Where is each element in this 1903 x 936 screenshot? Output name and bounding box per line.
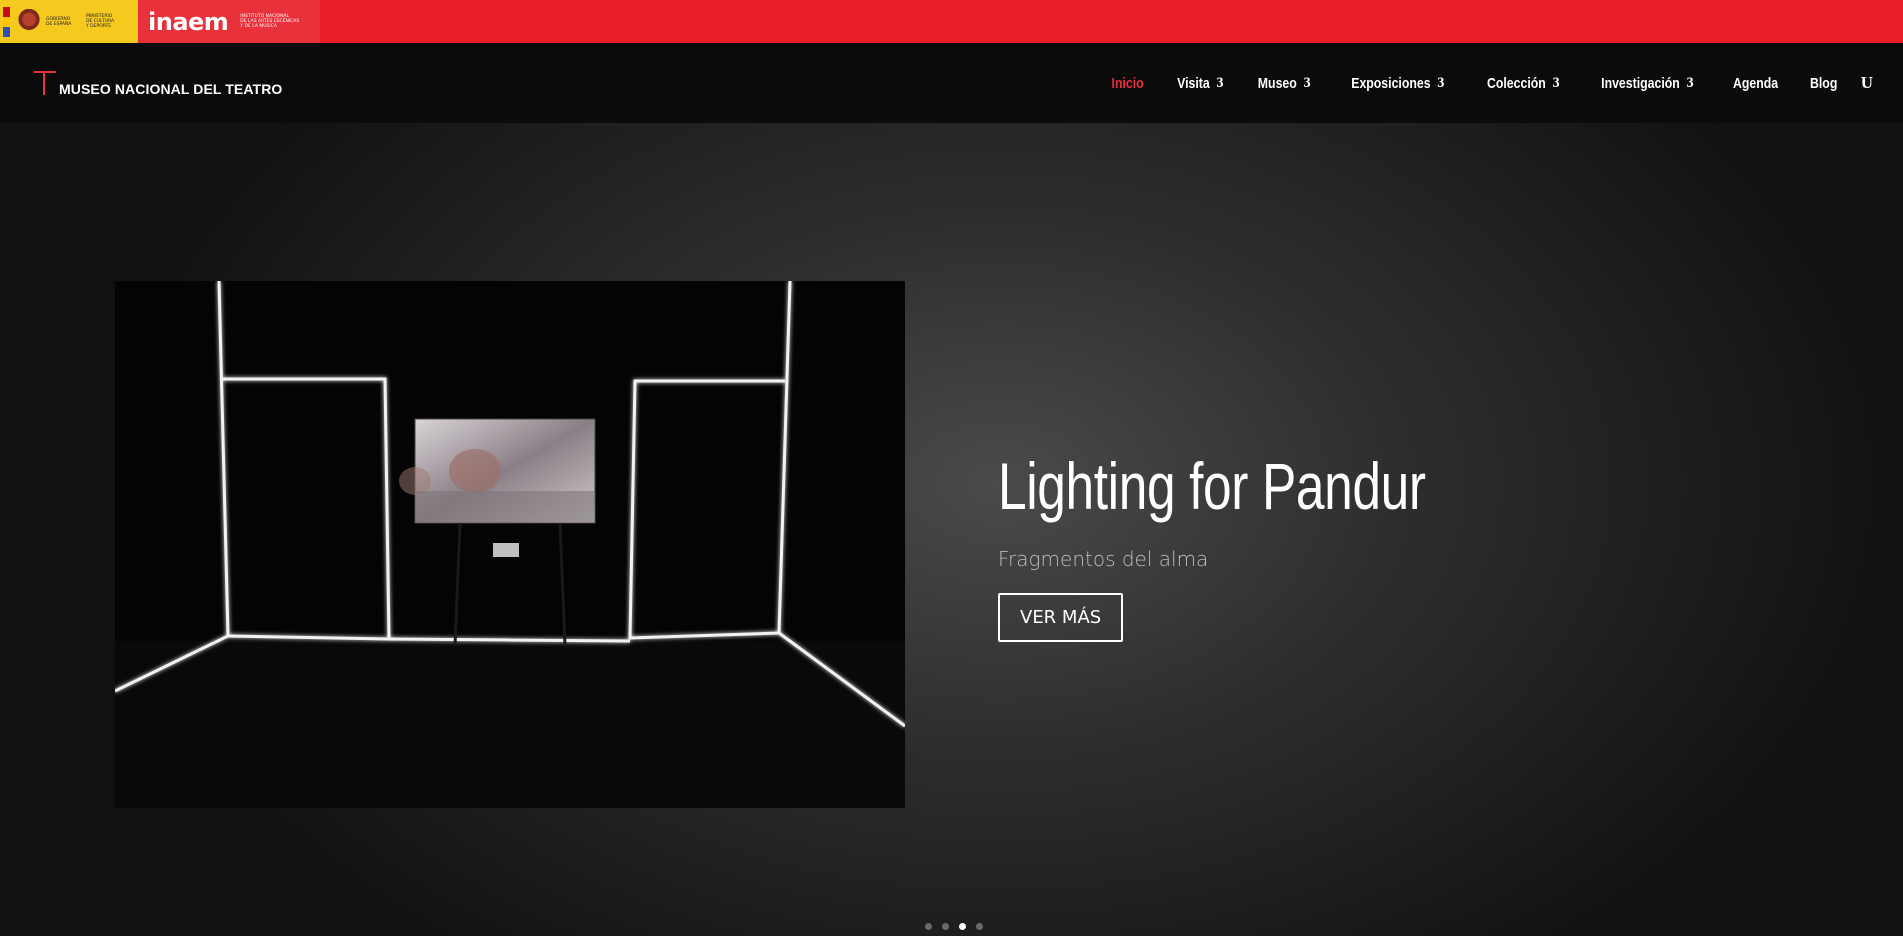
nav-label: Exposiciones	[1351, 74, 1431, 92]
hero-slider: Lighting for Pandur Fragmentos del alma …	[0, 123, 1903, 936]
site-header: MUSEO NACIONAL DEL TEATRO Inicio Visita …	[0, 43, 1903, 123]
site-name: MUSEO NACIONAL DEL TEATRO	[59, 81, 283, 97]
hero-title: Lighting for Pandur	[998, 449, 1426, 523]
spain-flag-stripe	[3, 6, 10, 37]
main-navigation: Inicio Visita 3 Museo 3 Exposiciones 3 C…	[1084, 73, 1873, 93]
gobierno-logo[interactable]: GOBIERNO DE ESPAÑA MINISTERIO DE CULTURA…	[0, 0, 138, 43]
slider-dot-3[interactable]	[959, 923, 966, 930]
nav-label: Visita	[1176, 74, 1210, 92]
nav-item-visita[interactable]: Visita 3	[1177, 75, 1224, 92]
inaem-subtitle: INSTITUTO NACIONAL DE LAS ARTES ESCÉNICA…	[240, 14, 300, 29]
inaem-brand: inaem	[148, 7, 229, 36]
slider-dot-1[interactable]	[925, 923, 932, 930]
exhibition-photo	[115, 281, 905, 808]
gobierno-text: GOBIERNO DE ESPAÑA	[46, 16, 72, 27]
nav-label: Blog	[1810, 74, 1838, 92]
nav-item-blog[interactable]: Blog	[1810, 75, 1837, 92]
ver-mas-button[interactable]: VER MÁS	[998, 593, 1124, 642]
ministerio-text: MINISTERIO DE CULTURA Y DEPORTE	[86, 14, 115, 29]
slider-dot-2[interactable]	[942, 923, 949, 930]
government-bar: GOBIERNO DE ESPAÑA MINISTERIO DE CULTURA…	[0, 0, 1903, 43]
site-logo[interactable]: MUSEO NACIONAL DEL TEATRO	[34, 69, 282, 97]
chevron-down-icon: 3	[1686, 75, 1695, 91]
chevron-down-icon: 3	[1215, 75, 1224, 91]
slider-dot-4[interactable]	[976, 923, 983, 930]
theatre-t-icon	[34, 69, 56, 97]
search-icon[interactable]: U	[1861, 73, 1873, 93]
nav-label: Inicio	[1111, 74, 1145, 92]
slider-pagination	[920, 923, 988, 930]
chevron-down-icon: 3	[1437, 75, 1445, 91]
hero-caption: Lighting for Pandur Fragmentos del alma …	[998, 453, 1546, 642]
coat-of-arms-icon	[18, 8, 40, 35]
hero-subtitle: Fragmentos del alma	[998, 547, 1209, 571]
inaem-logo[interactable]: inaem INSTITUTO NACIONAL DE LAS ARTES ES…	[138, 0, 320, 43]
chevron-down-icon: 3	[1552, 75, 1560, 91]
nav-item-agenda[interactable]: Agenda	[1733, 75, 1778, 92]
nav-item-exposiciones[interactable]: Exposiciones 3	[1351, 75, 1444, 92]
nav-label: Colección	[1486, 74, 1546, 92]
nav-item-coleccion[interactable]: Colección 3	[1487, 75, 1560, 92]
nav-item-inicio[interactable]: Inicio	[1112, 75, 1144, 92]
nav-label: Investigación	[1601, 74, 1681, 92]
nav-label: Agenda	[1733, 74, 1779, 92]
nav-item-investigacion[interactable]: Investigación 3	[1602, 75, 1695, 92]
nav-label: Museo	[1258, 74, 1298, 92]
chevron-down-icon: 3	[1303, 75, 1312, 91]
nav-item-museo[interactable]: Museo 3	[1258, 75, 1311, 92]
